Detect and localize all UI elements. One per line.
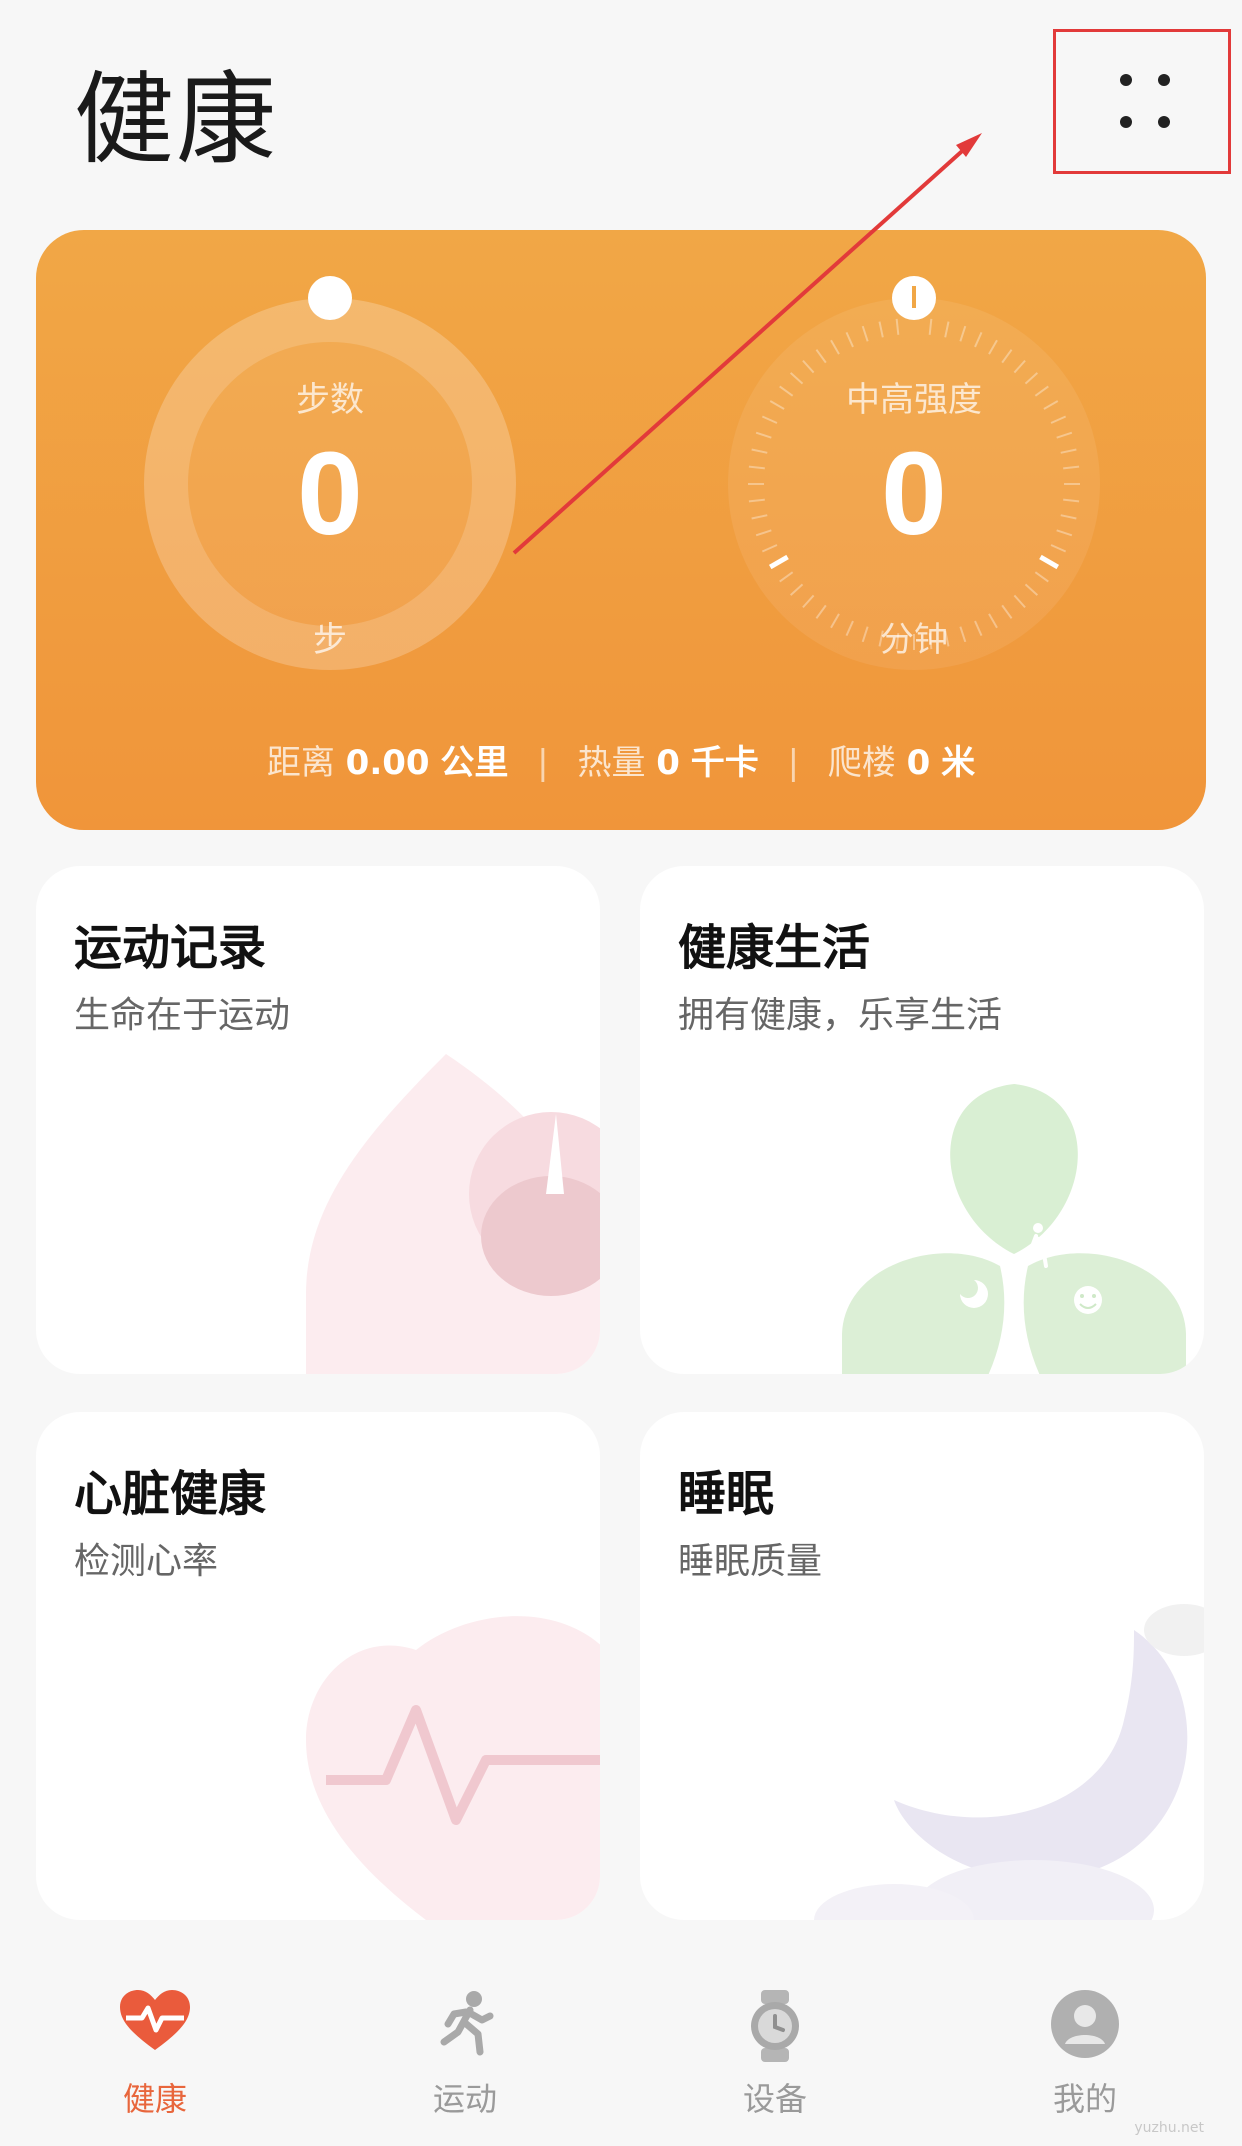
activity-stats: 距离 0.00 公里 | 热量 0 千卡 | 爬楼 0 米	[36, 735, 1206, 784]
calories-value: 0	[656, 743, 680, 783]
tile-title: 健康生活	[678, 920, 871, 976]
tile-subtitle: 拥有健康，乐享生活	[678, 995, 1003, 1036]
calories-label: 热量	[577, 743, 646, 783]
steps-unit: 步	[313, 620, 347, 660]
tile-exercise-records[interactable]: 运动记录 生命在于运动	[36, 866, 600, 1374]
watermark: yuzhu.net	[1134, 2120, 1204, 2136]
steps-label: 步数	[296, 380, 364, 420]
intensity-ring[interactable]: 中高强度 0 分钟	[704, 268, 1124, 688]
tile-subtitle: 检测心率	[74, 1541, 219, 1582]
stats-divider: |	[537, 743, 549, 783]
tile-subtitle: 睡眠质量	[678, 1541, 823, 1582]
distance-unit: 公里	[440, 743, 509, 783]
heart-pulse-icon	[306, 1616, 600, 1920]
flame-stopwatch-icon	[306, 1054, 600, 1374]
distance-value: 0.00	[345, 743, 430, 783]
running-icon	[440, 1991, 494, 2056]
tile-title: 运动记录	[74, 920, 267, 976]
stats-divider: |	[787, 743, 800, 783]
clover-lifestyle-icon	[842, 1084, 1186, 1374]
nav-label: 我的	[1052, 2080, 1117, 2118]
page-title: 健康	[74, 61, 278, 178]
calories-unit: 千卡	[690, 743, 759, 783]
tile-sleep[interactable]: 睡眠 睡眠质量	[640, 1412, 1204, 1920]
watch-icon	[751, 1990, 799, 2062]
tile-title: 心脏健康	[74, 1466, 267, 1522]
distance-label: 距离	[266, 743, 335, 783]
nav-tab-devices[interactable]: 设备	[620, 1956, 930, 2146]
intensity-label: 中高强度	[846, 380, 982, 420]
tile-healthy-life[interactable]: 健康生活 拥有健康，乐享生活	[640, 866, 1204, 1374]
avatar-icon	[1051, 1990, 1119, 2058]
bottom-nav: 健康 运动 设备 我的	[0, 1956, 1242, 2146]
intensity-unit: 分钟	[880, 620, 948, 660]
nav-label: 设备	[742, 2080, 807, 2118]
nav-label: 健康	[122, 2080, 187, 2118]
heart-pulse-icon	[120, 1990, 190, 2050]
tile-heart-health[interactable]: 心脏健康 检测心率	[36, 1412, 600, 1920]
four-dots-icon	[1120, 74, 1170, 130]
floors-label: 爬楼	[827, 743, 896, 783]
tile-subtitle: 生命在于运动	[74, 995, 291, 1036]
tile-title: 睡眠	[678, 1466, 775, 1522]
more-menu-button[interactable]	[1053, 29, 1231, 174]
nav-label: 运动	[432, 2080, 497, 2118]
nav-tab-profile[interactable]: 我的	[930, 1956, 1240, 2146]
steps-ring[interactable]: 步数 0 步	[120, 268, 540, 688]
steps-value: 0	[297, 428, 363, 560]
nav-tab-exercise[interactable]: 运动	[310, 1956, 620, 2146]
floors-value: 0	[906, 743, 931, 783]
nav-tab-health[interactable]: 健康	[0, 1956, 310, 2146]
activity-summary-card[interactable]: 步数 0 步 中高强度 0 分钟 距离 0.00 公里 | 热量 0 千卡 | …	[36, 230, 1206, 830]
intensity-value: 0	[881, 428, 947, 560]
moon-cloud-icon	[814, 1604, 1204, 1920]
floors-unit: 米	[941, 743, 976, 783]
